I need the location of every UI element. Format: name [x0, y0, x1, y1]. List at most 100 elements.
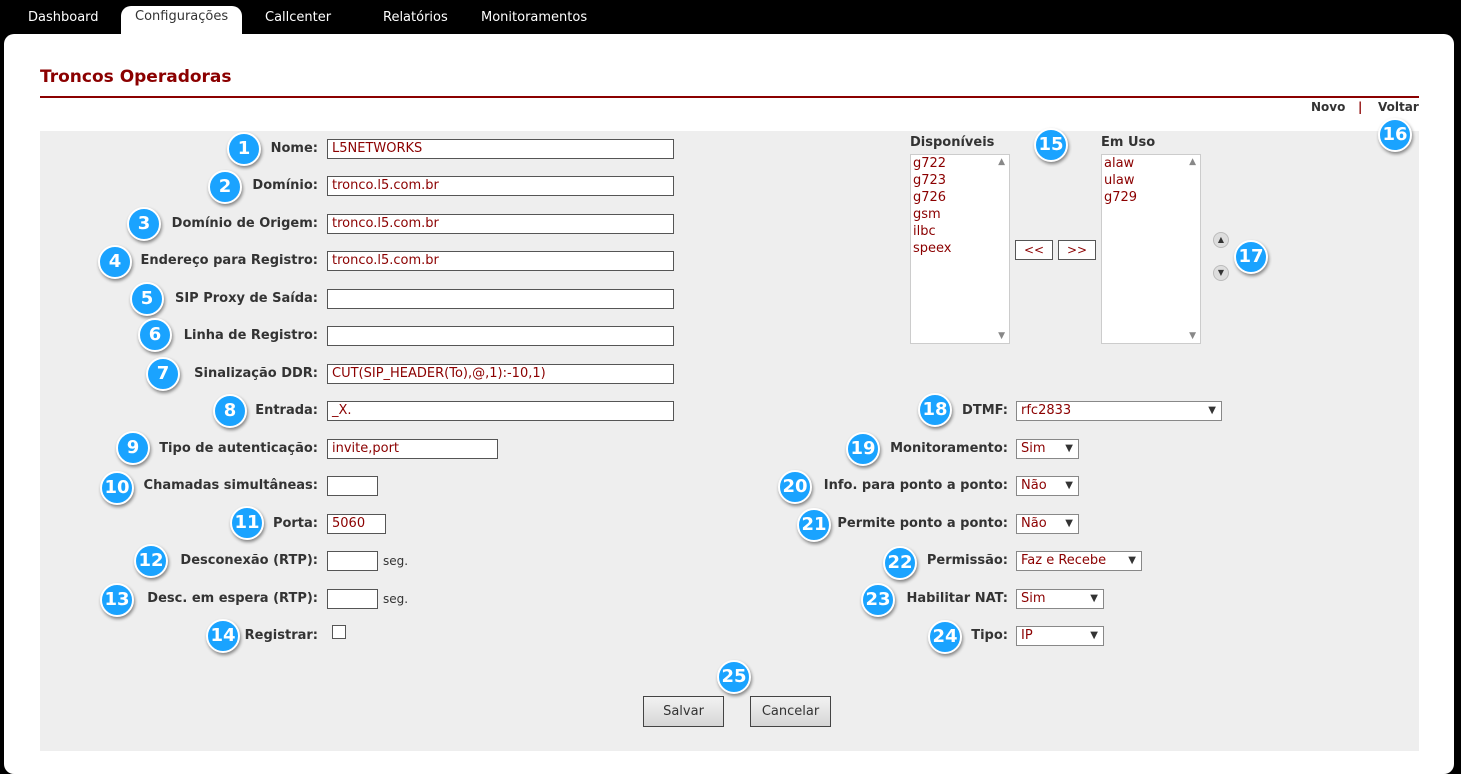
dominio-input[interactable]: tronco.l5.com.br: [327, 176, 674, 196]
codec-option[interactable]: speex: [911, 240, 1009, 257]
habilitar-nat-select[interactable]: Sim ▼: [1016, 589, 1104, 609]
codec-option[interactable]: g722: [911, 155, 1009, 172]
monitoramento-select[interactable]: Sim ▼: [1016, 439, 1079, 459]
novo-link[interactable]: Novo: [1311, 100, 1345, 114]
annotation-badge: 21: [797, 508, 831, 542]
voltar-link[interactable]: Voltar: [1378, 100, 1419, 114]
annotation-badge: 3: [127, 207, 161, 241]
annotation-badge: 22: [883, 546, 917, 580]
chamadas-simultaneas-label: Chamadas simultâneas:: [143, 478, 318, 493]
annotation-badge: 19: [846, 432, 880, 466]
codec-option[interactable]: g729: [1102, 189, 1200, 206]
codec-option[interactable]: g726: [911, 189, 1009, 206]
annotation-badge: 18: [918, 393, 952, 427]
chevron-down-icon: ▼: [1065, 443, 1073, 454]
annotation-badge: 4: [98, 245, 132, 279]
chamadas-simultaneas-input[interactable]: [327, 476, 378, 496]
page-title: Troncos Operadoras: [40, 67, 232, 87]
move-right-button[interactable]: >>: [1058, 240, 1096, 260]
move-down-icon[interactable]: ▼: [1213, 265, 1229, 281]
sip-proxy-input[interactable]: [327, 289, 674, 309]
permissao-label: Permissão:: [926, 553, 1008, 568]
registrar-checkbox[interactable]: [332, 625, 346, 639]
move-up-icon[interactable]: ▲: [1213, 232, 1229, 248]
annotation-badge: 10: [100, 471, 134, 505]
annotation-badge: 16: [1378, 118, 1412, 152]
annotation-badge: 20: [778, 470, 812, 504]
endereco-registro-input[interactable]: tronco.l5.com.br: [327, 251, 674, 271]
tipo-value: IP: [1021, 628, 1033, 643]
dtmf-select[interactable]: rfc2833 ▼: [1016, 401, 1222, 421]
dominio-origem-input[interactable]: tronco.l5.com.br: [327, 214, 674, 234]
chevron-down-icon: ▼: [1090, 593, 1098, 604]
move-left-button[interactable]: <<: [1015, 240, 1053, 260]
desc-espera-rtp-unit: seg.: [383, 592, 409, 606]
desc-espera-rtp-input[interactable]: [327, 589, 378, 609]
permissao-value: Faz e Recebe: [1021, 553, 1107, 568]
dtmf-label: DTMF:: [962, 403, 1008, 418]
annotation-badge: 17: [1234, 240, 1268, 274]
annotation-badge: 6: [138, 318, 172, 352]
annotation-badge: 2: [208, 170, 242, 204]
desconexao-rtp-input[interactable]: [327, 551, 378, 571]
scroll-up-icon[interactable]: ▲: [998, 157, 1005, 167]
scroll-down-icon[interactable]: ▼: [1189, 331, 1196, 341]
chevron-down-icon: ▼: [1065, 518, 1073, 529]
porta-input[interactable]: 5060: [327, 514, 386, 534]
entrada-input[interactable]: _X.: [327, 401, 674, 421]
codec-option[interactable]: g723: [911, 172, 1009, 189]
title-divider: [40, 96, 1419, 98]
codec-option[interactable]: gsm: [911, 206, 1009, 223]
desc-espera-rtp-label: Desc. em espera (RTP):: [147, 591, 318, 606]
tab-callcenter[interactable]: Callcenter: [265, 9, 331, 31]
info-ponto-label: Info. para ponto a ponto:: [823, 478, 1008, 493]
dtmf-value: rfc2833: [1021, 403, 1072, 418]
permissao-select[interactable]: Faz e Recebe ▼: [1016, 551, 1142, 571]
info-ponto-select[interactable]: Não ▼: [1016, 476, 1079, 496]
top-navigation: Dashboard Configurações Callcenter Relat…: [0, 0, 1461, 36]
codec-option[interactable]: ilbc: [911, 223, 1009, 240]
porta-label: Porta:: [272, 516, 318, 531]
scroll-up-icon[interactable]: ▲: [1189, 157, 1196, 167]
em-uso-header: Em Uso: [1101, 135, 1156, 150]
permite-ponto-select[interactable]: Não ▼: [1016, 514, 1079, 534]
desconexao-rtp-label: Desconexão (RTP):: [180, 553, 318, 568]
scroll-down-icon[interactable]: ▼: [998, 331, 1005, 341]
habilitar-nat-label: Habilitar NAT:: [906, 591, 1008, 606]
chevron-down-icon: ▼: [1208, 405, 1216, 416]
codec-option[interactable]: ulaw: [1102, 172, 1200, 189]
tipo-select[interactable]: IP ▼: [1016, 626, 1104, 646]
linha-registro-input[interactable]: [327, 326, 674, 346]
tab-monitoramentos[interactable]: Monitoramentos: [481, 9, 587, 31]
annotation-badge: 9: [116, 431, 150, 465]
disponiveis-listbox[interactable]: g722 g723 g726 gsm ilbc speex ▲ ▼: [910, 154, 1010, 344]
annotation-badge: 1: [227, 132, 261, 166]
link-separator: |: [1358, 100, 1363, 114]
annotation-badge: 11: [230, 506, 264, 540]
tab-dashboard[interactable]: Dashboard: [28, 9, 99, 31]
cancelar-button[interactable]: Cancelar: [750, 696, 831, 727]
tipo-autenticacao-label: Tipo de autenticação:: [159, 441, 318, 456]
dominio-origem-label: Domínio de Origem:: [171, 216, 318, 231]
annotation-badge: 25: [717, 660, 751, 694]
annotation-badge: 14: [206, 619, 240, 653]
salvar-button[interactable]: Salvar: [643, 696, 724, 727]
sip-proxy-label: SIP Proxy de Saída:: [174, 291, 318, 306]
tipo-autenticacao-input[interactable]: invite,port: [327, 439, 498, 459]
dominio-label: Domínio:: [252, 178, 318, 193]
permite-ponto-label: Permite ponto a ponto:: [837, 516, 1008, 531]
habilitar-nat-value: Sim: [1021, 591, 1046, 606]
annotation-badge: 12: [134, 544, 168, 578]
codec-option[interactable]: alaw: [1102, 155, 1200, 172]
sinalizacao-ddr-input[interactable]: CUT(SIP_HEADER(To),@,1):-10,1): [327, 364, 674, 384]
chevron-down-icon: ▼: [1090, 630, 1098, 641]
monitoramento-label: Monitoramento:: [890, 441, 1008, 456]
nome-label: Nome:: [270, 141, 318, 156]
annotation-badge: 7: [146, 357, 180, 391]
tab-configuracoes[interactable]: Configurações: [121, 6, 243, 36]
chevron-down-icon: ▼: [1128, 555, 1136, 566]
permite-ponto-value: Não: [1021, 516, 1047, 531]
nome-input[interactable]: L5NETWORKS: [327, 139, 674, 159]
em-uso-listbox[interactable]: alaw ulaw g729 ▲ ▼: [1101, 154, 1201, 344]
tab-relatorios[interactable]: Relatórios: [383, 9, 448, 31]
